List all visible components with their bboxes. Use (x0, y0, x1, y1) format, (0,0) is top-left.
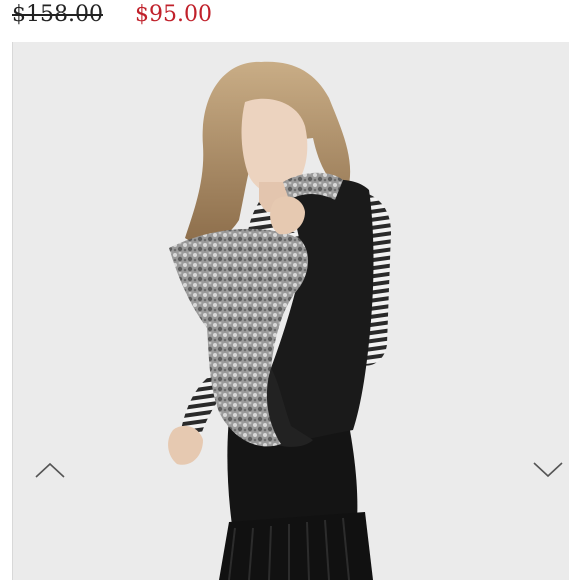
sale-price: $95.00 (135, 2, 212, 27)
chevron-up-icon (35, 462, 65, 478)
original-price: $158.00 (12, 2, 103, 27)
previous-image-button[interactable] (35, 462, 75, 492)
product-image-viewer[interactable] (12, 42, 569, 580)
chevron-down-icon (533, 462, 563, 478)
price-bar: $158.00 $95.00 (0, 0, 580, 42)
next-image-button[interactable] (533, 462, 569, 492)
product-photo (13, 42, 569, 580)
